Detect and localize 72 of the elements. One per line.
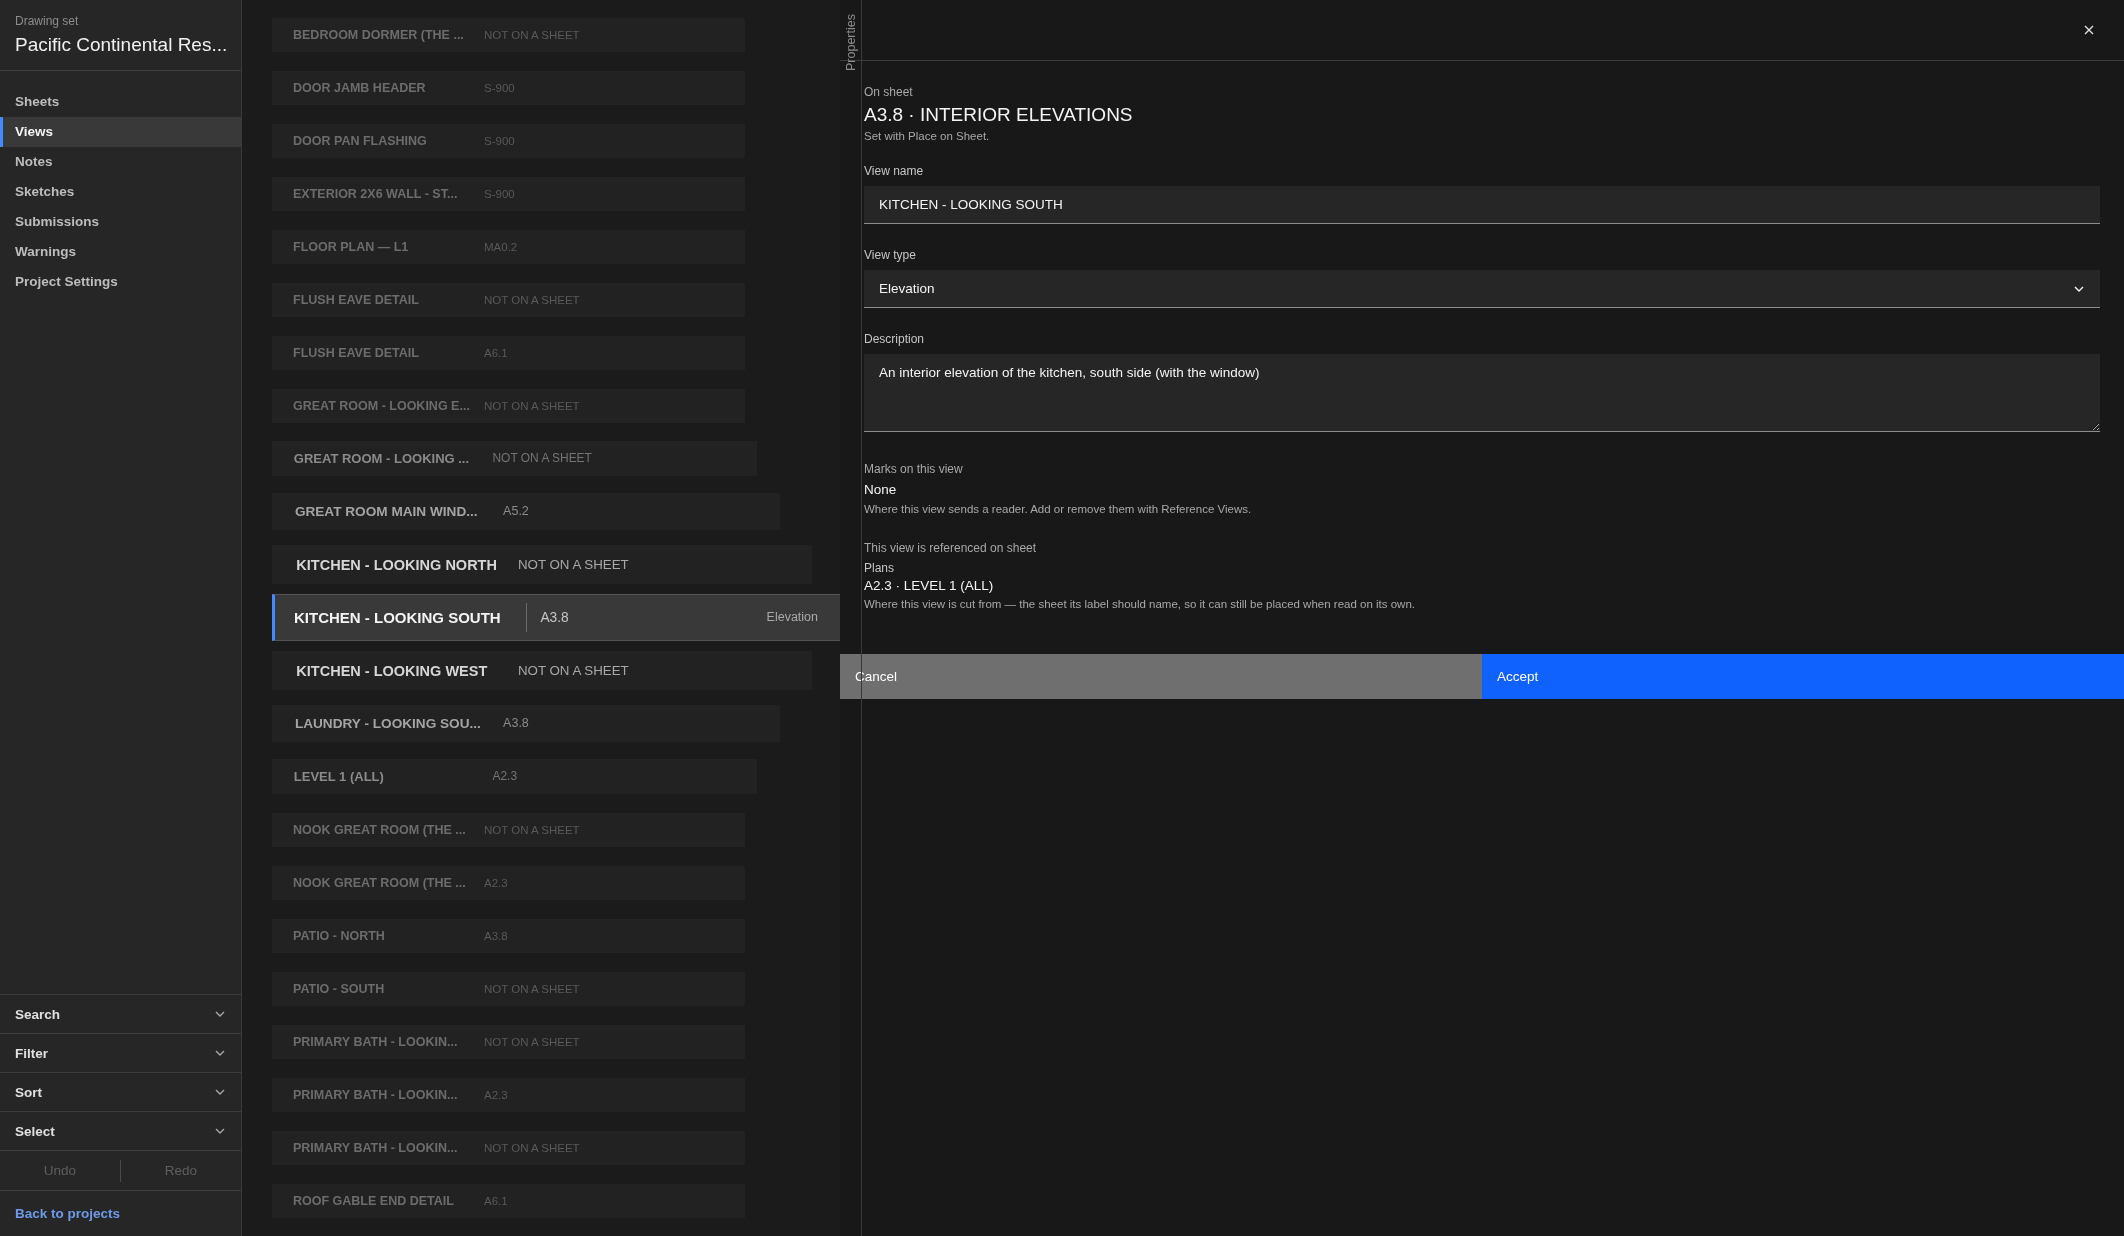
field-label: Description: [864, 332, 926, 346]
view-name: KITCHEN - LOOKING SOUTH: [293, 609, 502, 626]
view-name: DOOR JAMB HEADER: [292, 80, 427, 95]
view-name: GREAT ROOM - LOOKING E...: [292, 398, 471, 413]
marks-value: None: [864, 482, 898, 497]
nav-item[interactable]: Warnings: [0, 237, 241, 267]
accept-button[interactable]: Accept: [1482, 654, 2124, 699]
field-label: View type: [864, 248, 917, 262]
view-row[interactable]: LAUNDRY - LOOKING SOU... A3.8: [272, 704, 780, 742]
view-name: BEDROOM DORMER (THE ...: [292, 27, 465, 42]
section-label: Marks on this view: [864, 462, 964, 476]
set-label: Drawing set: [15, 14, 80, 28]
cancel-button[interactable]: Cancel: [840, 654, 1482, 699]
view-name: PRIMARY BATH - LOOKIN...: [292, 1140, 459, 1155]
nav-item[interactable]: Views: [0, 117, 241, 147]
view-row[interactable]: KITCHEN - LOOKING WEST NOT ON A SHEET: [272, 650, 813, 691]
hint-text: Where this view is cut from — the sheet its label should name, so it can still be placed when read on its own.: [864, 598, 1416, 610]
view-name: PATIO - SOUTH: [292, 981, 386, 996]
sheet-number: NOT ON A SHEET: [517, 663, 629, 678]
view-type: Elevation: [766, 610, 819, 625]
view-name: GREAT ROOM - LOOKING ...: [292, 451, 471, 466]
view-row[interactable]: GREAT ROOM - LOOKING ... NOT ON A SHEET: [272, 440, 757, 477]
sheet-number: NOT ON A SHEET: [492, 451, 592, 466]
view-name: DOOR PAN FLASHING: [292, 133, 428, 148]
view-name: PRIMARY BATH - LOOKIN...: [292, 1034, 459, 1049]
section-label: On sheet: [864, 85, 914, 99]
sheet-number: A3.8: [503, 716, 529, 731]
group-label: Plans: [864, 561, 896, 575]
sheet-number: A2.3: [492, 769, 518, 784]
nav-item[interactable]: Project Settings: [0, 267, 241, 297]
view-name: LAUNDRY - LOOKING SOU...: [293, 716, 482, 731]
nav-item[interactable]: Submissions: [0, 207, 241, 237]
sheet-number: A3.8: [540, 610, 569, 625]
referenced-sheet: A2.3 · LEVEL 1 (ALL): [864, 578, 995, 593]
panel-toggle[interactable]: Select: [0, 1111, 241, 1150]
hint-text: Where this view sends a reader. Add or remove them with Reference Views.: [864, 503, 1253, 515]
nav-item[interactable]: Notes: [0, 147, 241, 177]
properties-tab[interactable]: Properties: [843, 14, 858, 71]
nav-item[interactable]: Sheets: [0, 87, 241, 117]
view-name: KITCHEN - LOOKING NORTH: [295, 556, 498, 573]
sheet-number: A5.2: [503, 504, 529, 519]
sheet-title: A3.8 · INTERIOR ELEVATIONS: [864, 104, 1134, 126]
panel-toggle[interactable]: Sort: [0, 1072, 241, 1111]
view-row[interactable]: GREAT ROOM MAIN WIND... A5.2: [272, 492, 780, 530]
hint-text: Set with Place on Sheet.: [864, 130, 991, 142]
view-name: FLUSH EAVE DETAIL: [292, 292, 420, 307]
view-name: PRIMARY BATH - LOOKIN...: [292, 1087, 459, 1102]
view-row[interactable]: KITCHEN - LOOKING SOUTH A3.8 Elevation: [272, 594, 840, 641]
nav-item[interactable]: Sketches: [0, 177, 241, 207]
view-name: FLUSH EAVE DETAIL: [292, 345, 420, 360]
view-name: KITCHEN - LOOKING WEST: [295, 662, 489, 679]
view-row[interactable]: KITCHEN - LOOKING NORTH NOT ON A SHEET: [272, 544, 813, 585]
view-name: GREAT ROOM MAIN WIND...: [293, 504, 479, 519]
panel-toggle[interactable]: Filter: [0, 1033, 241, 1072]
view-name: NOOK GREAT ROOM (THE ...: [292, 822, 467, 837]
view-name: NOOK GREAT ROOM (THE ...: [292, 875, 467, 890]
view-row[interactable]: LEVEL 1 (ALL) A2.3: [272, 758, 757, 795]
back-link[interactable]: Back to projects: [15, 1206, 121, 1221]
close-icon[interactable]: [2084, 25, 2094, 35]
view-name: EXTERIOR 2X6 WALL - ST...: [292, 186, 459, 201]
project-title: Pacific Continental Res...: [15, 34, 226, 56]
view-name-field[interactable]: KITCHEN - LOOKING SOUTH: [864, 186, 2100, 224]
view-name: PATIO - NORTH: [292, 928, 386, 943]
field-label: View name: [864, 164, 925, 178]
view-name: ROOF GABLE END DETAIL: [292, 1193, 455, 1208]
view-name: LEVEL 1 (ALL): [292, 769, 385, 784]
view-name: FLOOR PLAN — L1: [292, 239, 410, 254]
view-type-dropdown[interactable]: Elevation: [864, 270, 2100, 308]
description-field[interactable]: An interior elevation of the kitchen, south side (with the window): [864, 354, 2100, 432]
sheet-number: NOT ON A SHEET: [517, 557, 629, 572]
panel-toggle[interactable]: Search: [0, 994, 241, 1033]
section-label: This view is referenced on sheet: [864, 541, 1038, 555]
